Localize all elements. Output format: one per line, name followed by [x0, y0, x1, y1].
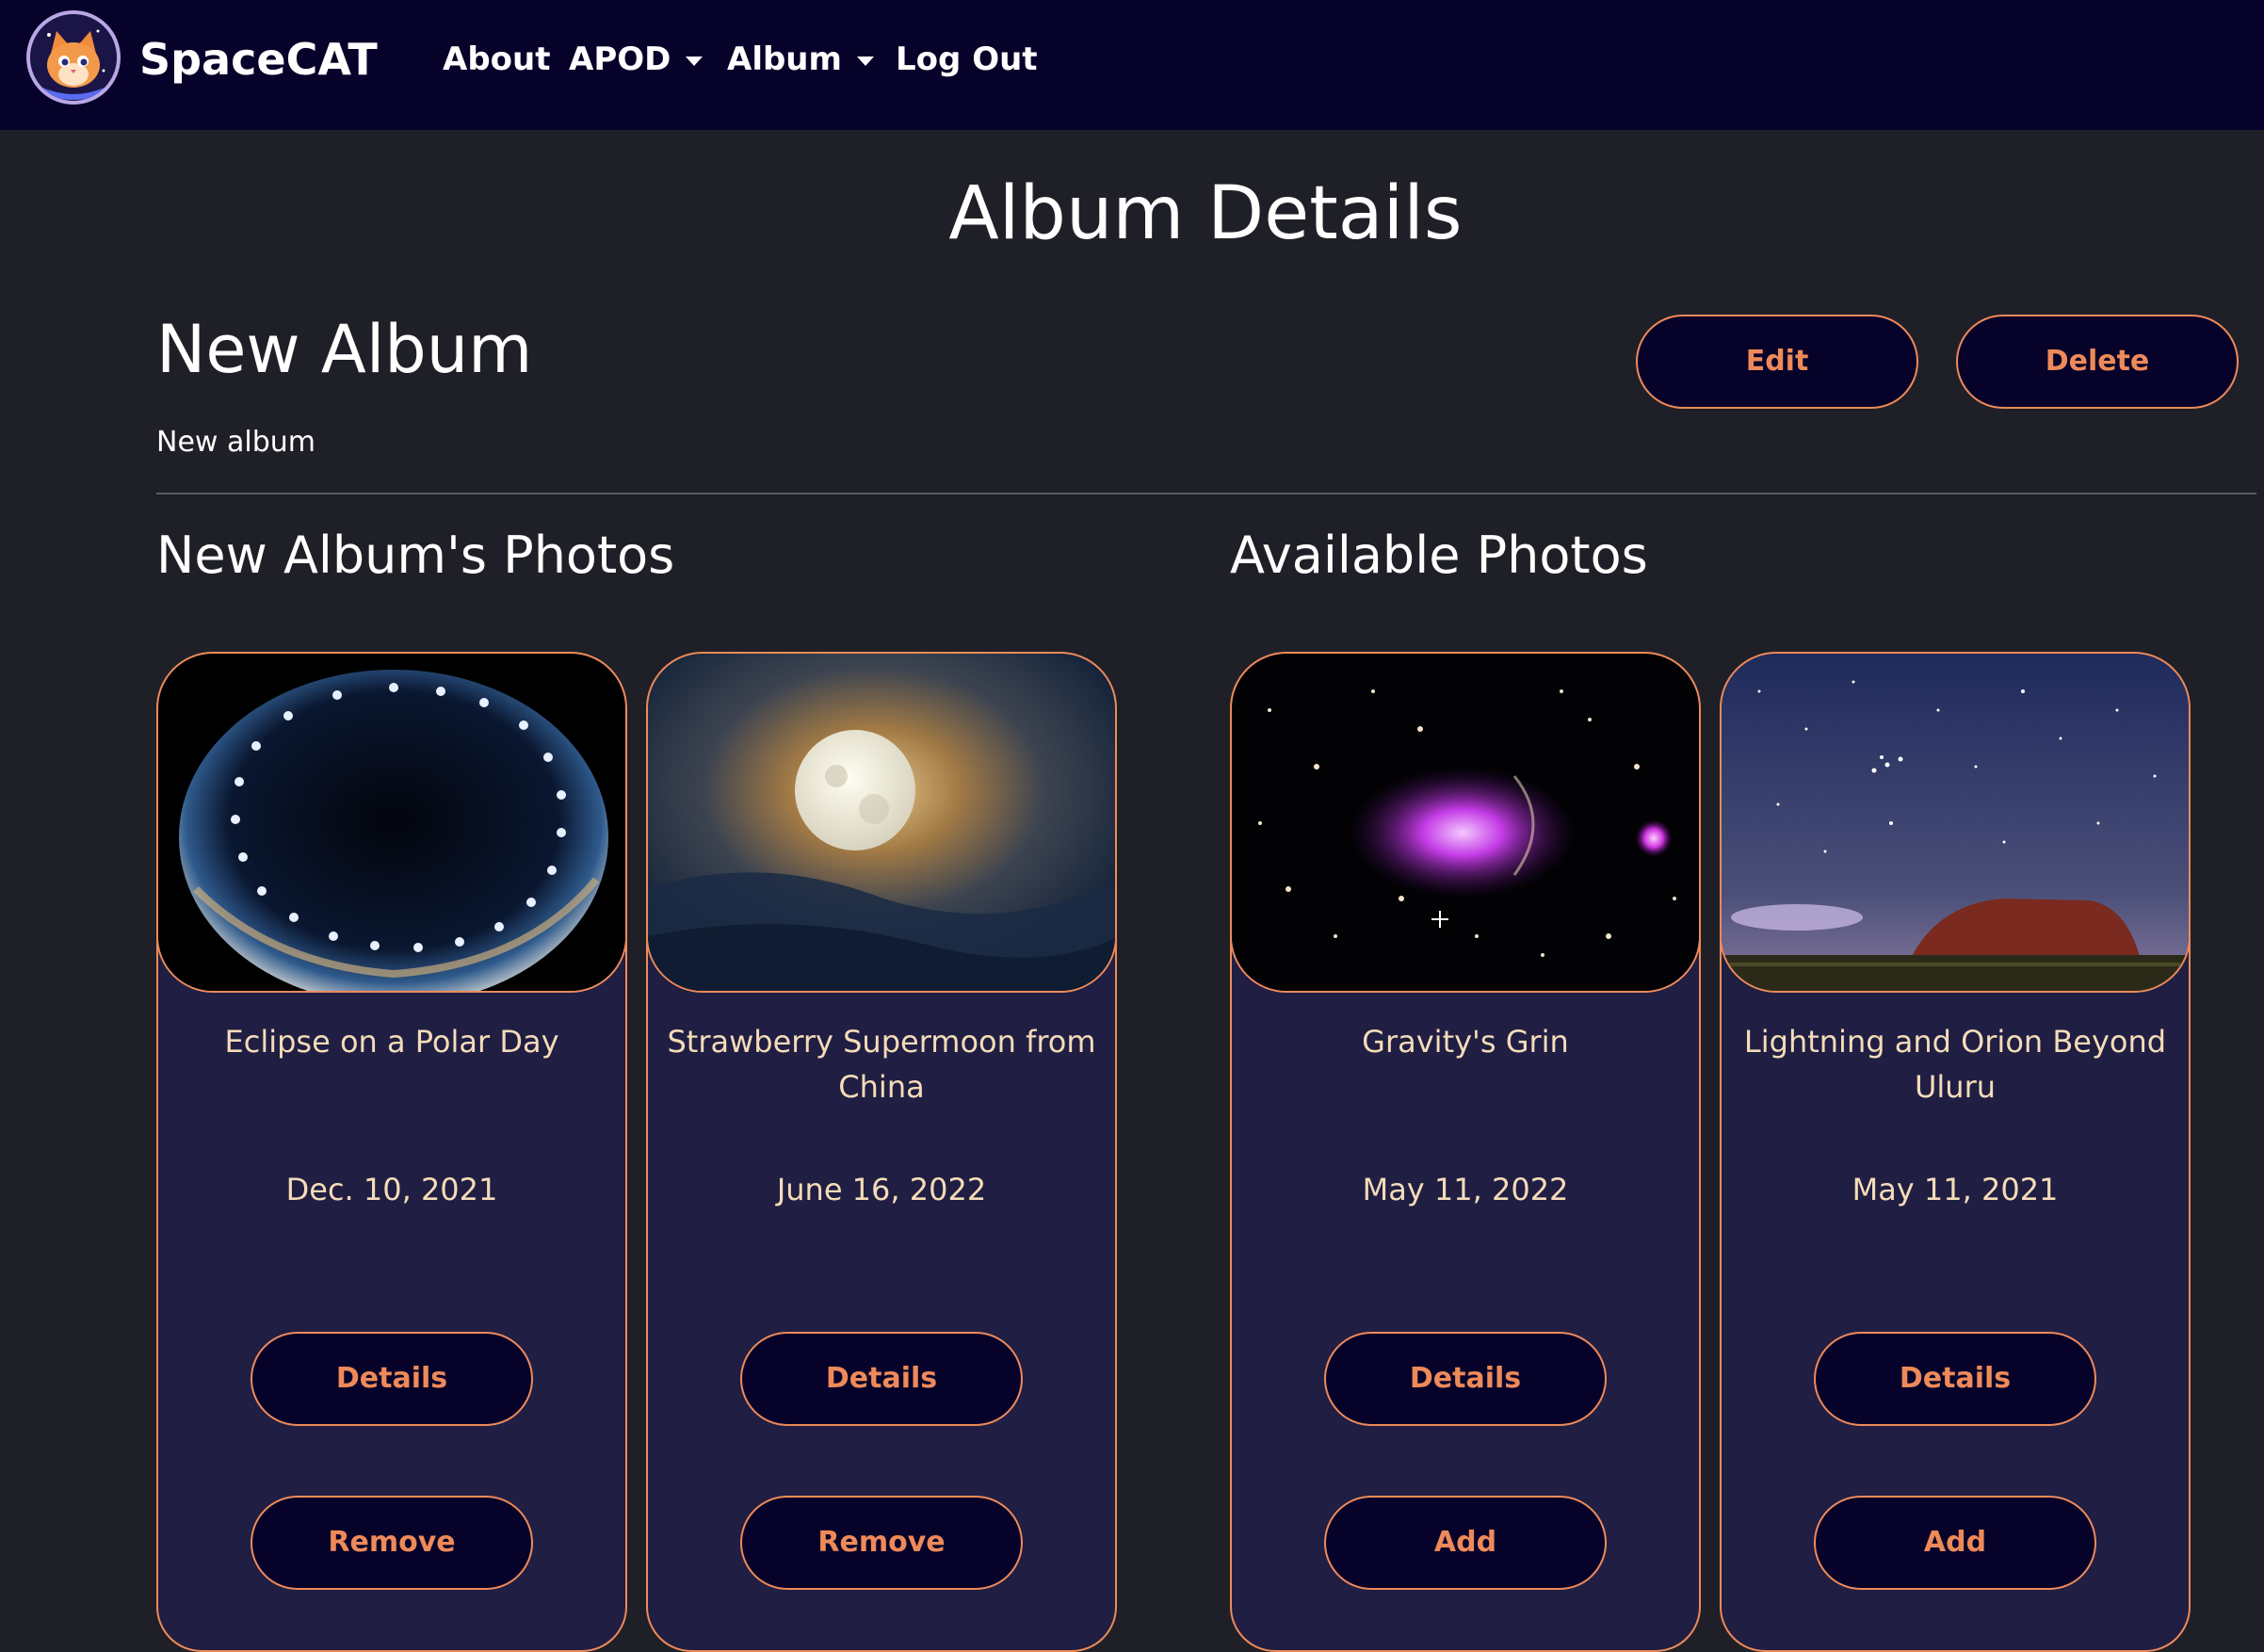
album-name: New Album: [156, 311, 533, 388]
nav-album-label: Album: [727, 40, 842, 78]
photo-card: Eclipse on a Polar Day Dec. 10, 2021 Det…: [156, 652, 627, 1652]
caret-down-icon: [686, 56, 703, 66]
details-button[interactable]: Details: [1324, 1332, 1607, 1426]
add-button[interactable]: Add: [1324, 1496, 1607, 1590]
nav-logout-link[interactable]: Log Out: [896, 38, 1038, 81]
album-photos-heading: New Album's Photos: [156, 526, 675, 585]
details-button[interactable]: Details: [251, 1332, 533, 1426]
photo-card: Lightning and Orion Beyond Uluru May 11,…: [1720, 652, 2191, 1652]
brand-name[interactable]: SpaceCAT: [139, 34, 378, 85]
delete-album-button[interactable]: Delete: [1956, 315, 2239, 409]
photo-date: June 16, 2022: [776, 1172, 987, 1207]
photo-date: Dec. 10, 2021: [285, 1172, 498, 1207]
photo-title: Eclipse on a Polar Day: [224, 1024, 559, 1060]
nav-album-dropdown[interactable]: Album: [727, 38, 874, 81]
photo-thumbnail[interactable]: [1722, 654, 2189, 993]
photo-card: Gravity's Grin May 11, 2022 Details Add: [1230, 652, 1701, 1652]
album-description: New album: [156, 426, 315, 459]
remove-button[interactable]: Remove: [251, 1496, 533, 1590]
photo-thumbnail[interactable]: [648, 654, 1115, 993]
details-button[interactable]: Details: [740, 1332, 1023, 1426]
page-title: Album Details: [948, 171, 1463, 256]
photo-title: Gravity's Grin: [1362, 1024, 1569, 1060]
divider: [156, 493, 2256, 494]
details-button[interactable]: Details: [1814, 1332, 2096, 1426]
navbar: SpaceCAT About APOD Album Log Out: [0, 0, 2264, 130]
photo-title: Lightning and Orion Beyond Uluru: [1743, 1024, 2167, 1105]
nav-apod-dropdown[interactable]: APOD: [569, 38, 703, 81]
cat-logo-icon[interactable]: [26, 10, 121, 105]
remove-button[interactable]: Remove: [740, 1496, 1023, 1590]
photo-thumbnail[interactable]: [1232, 654, 1699, 993]
photo-title: Strawberry Supermoon from China: [667, 1024, 1096, 1105]
photo-thumbnail[interactable]: [158, 654, 625, 993]
nav-logout-label: Log Out: [896, 40, 1038, 78]
nav-about-label: About: [443, 40, 551, 78]
photo-card: Strawberry Supermoon from China June 16,…: [646, 652, 1117, 1652]
nav-apod-label: APOD: [569, 40, 671, 78]
add-button[interactable]: Add: [1814, 1496, 2096, 1590]
photo-date: May 11, 2022: [1362, 1172, 1569, 1207]
caret-down-icon: [856, 56, 874, 66]
available-photos-heading: Available Photos: [1230, 526, 1648, 585]
photo-date: May 11, 2021: [1852, 1172, 2059, 1207]
edit-album-button[interactable]: Edit: [1636, 315, 1918, 409]
nav-about-link[interactable]: About: [443, 38, 550, 81]
